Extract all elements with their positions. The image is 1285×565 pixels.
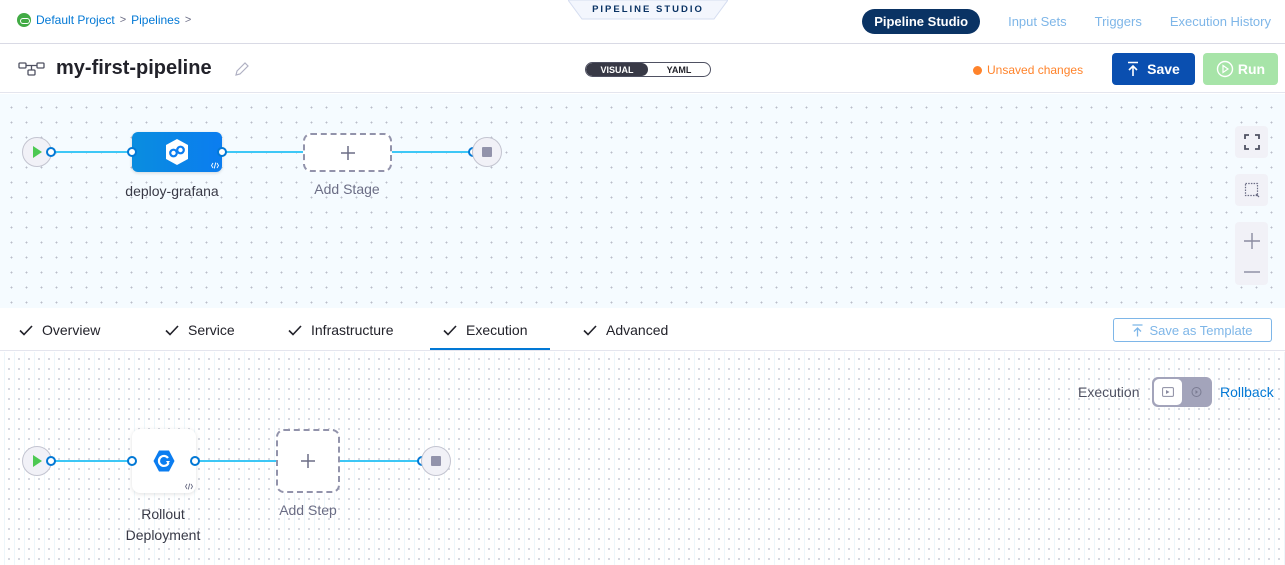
pipeline-name: my-first-pipeline [56, 57, 212, 79]
tab-execution[interactable]: Execution [443, 322, 527, 338]
tab-label: Advanced [606, 322, 669, 338]
yaml-option[interactable]: YAML [648, 63, 710, 76]
check-icon [288, 324, 302, 336]
tab-execution-history[interactable]: Execution History [1170, 14, 1271, 29]
project-icon [17, 13, 31, 27]
status-dot-icon [973, 65, 982, 75]
rollback-option[interactable] [1184, 379, 1210, 405]
breadcrumb: Default Project > Pipelines > [17, 13, 196, 27]
tab-overview[interactable]: Overview [19, 322, 100, 338]
edge [196, 460, 278, 462]
check-icon [165, 324, 179, 336]
breadcrumb-separator: > [184, 14, 192, 26]
breadcrumb-project[interactable]: Default Project [36, 13, 115, 27]
visual-yaml-toggle: VISUAL YAML [585, 62, 711, 77]
zoom-out-icon[interactable] [1243, 270, 1260, 274]
play-circle-icon [1216, 60, 1234, 78]
code-icon [211, 162, 219, 169]
port [190, 456, 200, 466]
unsaved-changes-status: Unsaved changes [973, 63, 1083, 77]
play-icon [33, 455, 42, 467]
add-step-label: Add Step [279, 502, 337, 518]
selection-icon [1244, 182, 1259, 198]
breadcrumb-pipelines[interactable]: Pipelines [131, 13, 180, 27]
nav-tabs: Pipeline Studio Input Sets Triggers Exec… [862, 9, 1271, 34]
tab-service[interactable]: Service [165, 322, 235, 338]
port [46, 456, 56, 466]
rollout-icon [153, 450, 175, 472]
zoom-in-icon[interactable] [1243, 232, 1260, 249]
select-area-button[interactable] [1235, 174, 1268, 206]
pipeline-icon [18, 62, 45, 76]
run-button[interactable]: Run [1203, 53, 1278, 85]
rollback-label[interactable]: Rollback [1220, 384, 1274, 400]
tab-label: Overview [42, 322, 101, 338]
code-icon [185, 483, 193, 490]
step-name-line1: Rollout [141, 506, 185, 522]
save-button[interactable]: Save [1112, 53, 1195, 85]
stop-icon [482, 147, 492, 157]
step-node-rollout-deployment[interactable] [132, 429, 196, 493]
edge [390, 151, 474, 153]
tab-label: Service [188, 322, 235, 338]
port [127, 456, 137, 466]
tab-advanced[interactable]: Advanced [583, 322, 668, 338]
edge [222, 151, 304, 153]
stage-node-deploy-grafana[interactable] [132, 132, 222, 172]
upload-icon [1132, 323, 1143, 336]
execution-rollback-toggle[interactable] [1152, 377, 1212, 407]
save-as-template-label: Save as Template [1149, 322, 1253, 338]
step-name-line2: Deployment [125, 527, 201, 543]
play-icon [33, 146, 42, 158]
visual-option[interactable]: VISUAL [586, 63, 648, 76]
port [127, 147, 137, 157]
check-icon [583, 324, 597, 336]
pipeline-end-node [472, 137, 502, 167]
execution-option[interactable] [1154, 379, 1182, 405]
stage-config-tabs: Overview Service Infrastructure Executio… [0, 309, 1285, 351]
rollback-icon [1191, 387, 1202, 397]
save-as-template-button[interactable]: Save as Template [1113, 318, 1272, 342]
save-label: Save [1147, 61, 1180, 77]
tab-triggers[interactable]: Triggers [1095, 14, 1142, 29]
breadcrumb-separator: > [119, 14, 127, 26]
step-name-label: Rollout Deployment [104, 504, 222, 546]
execution-mode-label: Execution [1078, 384, 1140, 400]
tab-label: Infrastructure [311, 322, 394, 338]
execution-icon [1162, 387, 1174, 397]
edge [51, 151, 133, 153]
plus-icon [340, 145, 355, 160]
stage-name-label: deploy-grafana [125, 183, 219, 199]
pipeline-header: my-first-pipeline VISUAL YAML Unsaved ch… [0, 45, 1285, 93]
stop-icon [431, 456, 441, 466]
add-stage-button[interactable] [303, 133, 392, 172]
edge [340, 460, 424, 462]
fit-to-screen-button[interactable] [1235, 126, 1268, 158]
check-icon [19, 324, 33, 336]
pipeline-studio-badge: PIPELINE STUDIO [568, 0, 728, 20]
edit-pencil-icon[interactable] [234, 61, 250, 77]
run-label: Run [1237, 61, 1266, 77]
add-stage-label: Add Stage [314, 181, 380, 197]
tab-pipeline-studio[interactable]: Pipeline Studio [862, 9, 981, 34]
active-tab-indicator [430, 348, 550, 350]
deploy-stage-icon [166, 139, 188, 165]
pipeline-canvas[interactable] [0, 94, 1285, 308]
execution-end-node [421, 446, 451, 476]
plus-icon [301, 454, 315, 468]
tab-infrastructure[interactable]: Infrastructure [288, 322, 393, 338]
edge [51, 460, 133, 462]
tab-input-sets[interactable]: Input Sets [1008, 14, 1067, 29]
port [217, 147, 227, 157]
upload-icon [1128, 61, 1139, 76]
zoom-controls [1235, 222, 1268, 285]
tab-label: Execution [466, 322, 528, 338]
port [46, 147, 56, 157]
fullscreen-icon [1243, 134, 1260, 150]
top-bar: Default Project > Pipelines > PIPELINE S… [0, 0, 1285, 44]
check-icon [443, 324, 457, 336]
add-step-button[interactable] [276, 429, 340, 493]
pipeline-studio-label: PIPELINE STUDIO [592, 4, 704, 15]
unsaved-changes-text: Unsaved changes [987, 63, 1084, 77]
